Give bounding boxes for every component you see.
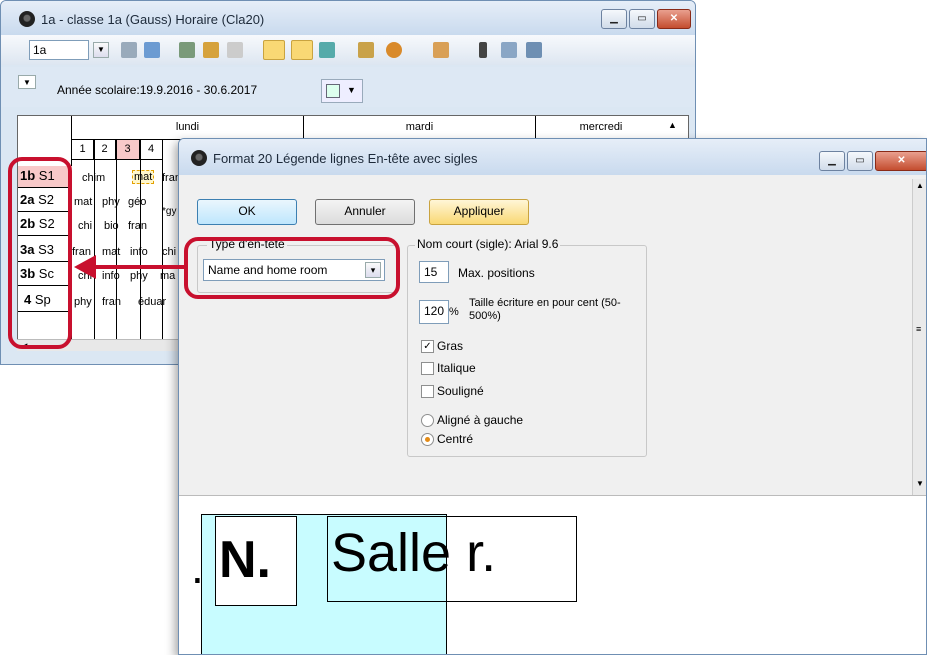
- italic-checkbox[interactable]: [421, 362, 434, 375]
- lesson-cell[interactable]: *gy: [162, 206, 176, 217]
- lesson-cell[interactable]: phy: [74, 296, 92, 308]
- max-positions-input[interactable]: 15: [419, 261, 449, 283]
- toolbar: 1a ▼: [1, 35, 695, 65]
- close-button[interactable]: ✕: [875, 151, 926, 171]
- arrow-head: [74, 255, 96, 279]
- print-icon[interactable]: [358, 42, 374, 58]
- preview-name: N.: [219, 531, 271, 589]
- minimize-button[interactable]: ▁: [819, 151, 845, 171]
- dialog-title: Format 20 Légende lignes En-tête avec si…: [213, 151, 478, 166]
- titlebar: 1a - classe 1a (Gauss) Horaire (Cla20) ▁…: [1, 1, 695, 35]
- settings-icon[interactable]: [386, 42, 402, 58]
- period-header: 4: [140, 140, 162, 160]
- clock-icon: [191, 150, 207, 166]
- preview-room: Salle r.: [331, 523, 497, 583]
- maximize-button[interactable]: ▭: [629, 9, 655, 29]
- cancel-button[interactable]: Annuler: [315, 199, 415, 225]
- period-header: 2: [94, 140, 116, 160]
- calendar-icon: [326, 84, 340, 98]
- lesson-cell[interactable]: mat: [102, 246, 120, 258]
- lesson-cell[interactable]: fran: [102, 296, 121, 308]
- minimize-button[interactable]: ▁: [601, 9, 627, 29]
- lesson-cell[interactable]: info: [130, 246, 148, 258]
- day-header-lundi: lundi: [72, 116, 304, 140]
- calendar-button[interactable]: ▼: [321, 79, 363, 103]
- spin-icon[interactable]: [121, 42, 137, 58]
- lesson-cell[interactable]: chi: [78, 220, 92, 232]
- lesson-cell[interactable]: chi: [162, 246, 176, 258]
- font-size-input[interactable]: 120: [419, 300, 449, 324]
- search-icon[interactable]: [291, 40, 313, 60]
- centered-label: Centré: [437, 432, 474, 446]
- class-combo[interactable]: 1a: [29, 40, 89, 60]
- bold-label: Gras: [437, 339, 464, 353]
- annotation-arrow: [92, 265, 184, 269]
- window-title: 1a - classe 1a (Gauss) Horaire (Cla20): [41, 12, 265, 27]
- lesson-cell[interactable]: info: [102, 270, 120, 282]
- period-header: 1: [72, 140, 94, 160]
- grid-icon[interactable]: [144, 42, 160, 58]
- lesson-cell[interactable]: phy: [130, 270, 148, 282]
- day-header-mardi: mardi: [304, 116, 536, 140]
- preview-area: . N. Salle r.: [179, 495, 926, 654]
- period-header: 3: [116, 140, 140, 160]
- font-size-label: Taille écriture en pour cent (50-500%): [469, 297, 621, 322]
- bold-checkbox[interactable]: ✓: [421, 340, 434, 353]
- short-name-label: Nom court (sigle): Arial 9.6: [415, 237, 561, 251]
- lesson-cell[interactable]: mat: [132, 170, 155, 184]
- format-dialog: Format 20 Légende lignes En-tête avec si…: [178, 138, 927, 655]
- combo-dropdown-icon[interactable]: ▼: [93, 42, 109, 58]
- percent-sign: %: [449, 306, 459, 318]
- italic-label: Italique: [437, 361, 476, 375]
- align-left-radio[interactable]: [421, 414, 434, 427]
- users-icon[interactable]: [433, 42, 449, 58]
- day-header-mercredi: mercredi: [536, 116, 666, 140]
- preview-dot: .: [191, 541, 204, 593]
- centered-radio[interactable]: [421, 433, 434, 446]
- save-icon[interactable]: [179, 42, 195, 58]
- lock-icon[interactable]: [203, 42, 219, 58]
- edit-icon[interactable]: [263, 40, 285, 60]
- clock-icon: [19, 11, 35, 27]
- window-icon[interactable]: [501, 42, 517, 58]
- highlight-oval: [8, 157, 72, 349]
- underline-label: Souligné: [437, 384, 484, 398]
- maximize-button[interactable]: ▭: [847, 151, 873, 171]
- apply-button[interactable]: Appliquer: [429, 199, 529, 225]
- underline-checkbox[interactable]: [421, 385, 434, 398]
- export-icon[interactable]: [526, 42, 542, 58]
- lesson-cell[interactable]: fran: [128, 220, 147, 232]
- lesson-cell[interactable]: phy: [102, 196, 120, 208]
- traffic-light-icon[interactable]: [479, 42, 487, 58]
- undo-icon[interactable]: [227, 42, 243, 58]
- collapse-icon[interactable]: ▼: [18, 75, 36, 89]
- highlight-oval: [184, 237, 400, 299]
- align-left-label: Aligné à gauche: [437, 413, 524, 427]
- school-year: Année scolaire:19.9.2016 - 30.6.2017: [57, 83, 258, 97]
- scroll-up-icon[interactable]: ▲: [668, 120, 677, 130]
- close-button[interactable]: ✕: [657, 9, 691, 29]
- ok-button[interactable]: OK: [197, 199, 297, 225]
- people-icon[interactable]: [319, 42, 335, 58]
- dialog-titlebar: Format 20 Légende lignes En-tête avec si…: [179, 139, 926, 175]
- max-positions-label: Max. positions: [458, 266, 535, 280]
- info-bar: ▼ Année scolaire:19.9.2016 - 30.6.2017 ▼: [1, 67, 695, 107]
- vertical-scrollbar[interactable]: ▲ ≡ ▼: [912, 179, 926, 495]
- lesson-cell[interactable]: géo: [128, 196, 146, 208]
- lesson-cell[interactable]: mat: [74, 196, 92, 208]
